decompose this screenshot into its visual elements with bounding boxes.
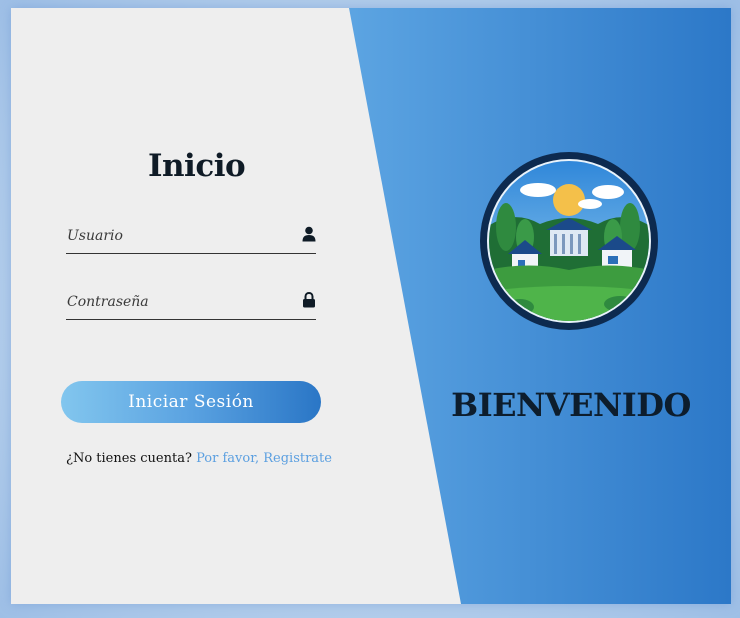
welcome-heading: BIENVENIDO [451,386,691,424]
password-field [66,283,316,320]
user-icon [302,226,316,242]
town-landscape-logo [480,152,658,330]
username-field [66,217,316,254]
password-input[interactable] [66,289,287,315]
no-account-text: ¿No tienes cuenta? [66,451,192,466]
register-link[interactable]: Por favor, Registrate [196,451,332,466]
page-title: Inicio [148,148,246,184]
lock-icon [303,292,315,308]
register-prompt: ¿No tienes cuenta? Por favor, Registrate [66,451,356,466]
login-button[interactable]: Iniciar Sesión [61,381,321,423]
login-card: Inicio Iniciar Sesión ¿No tienes cuenta?… [11,8,731,604]
username-input[interactable] [66,223,287,249]
